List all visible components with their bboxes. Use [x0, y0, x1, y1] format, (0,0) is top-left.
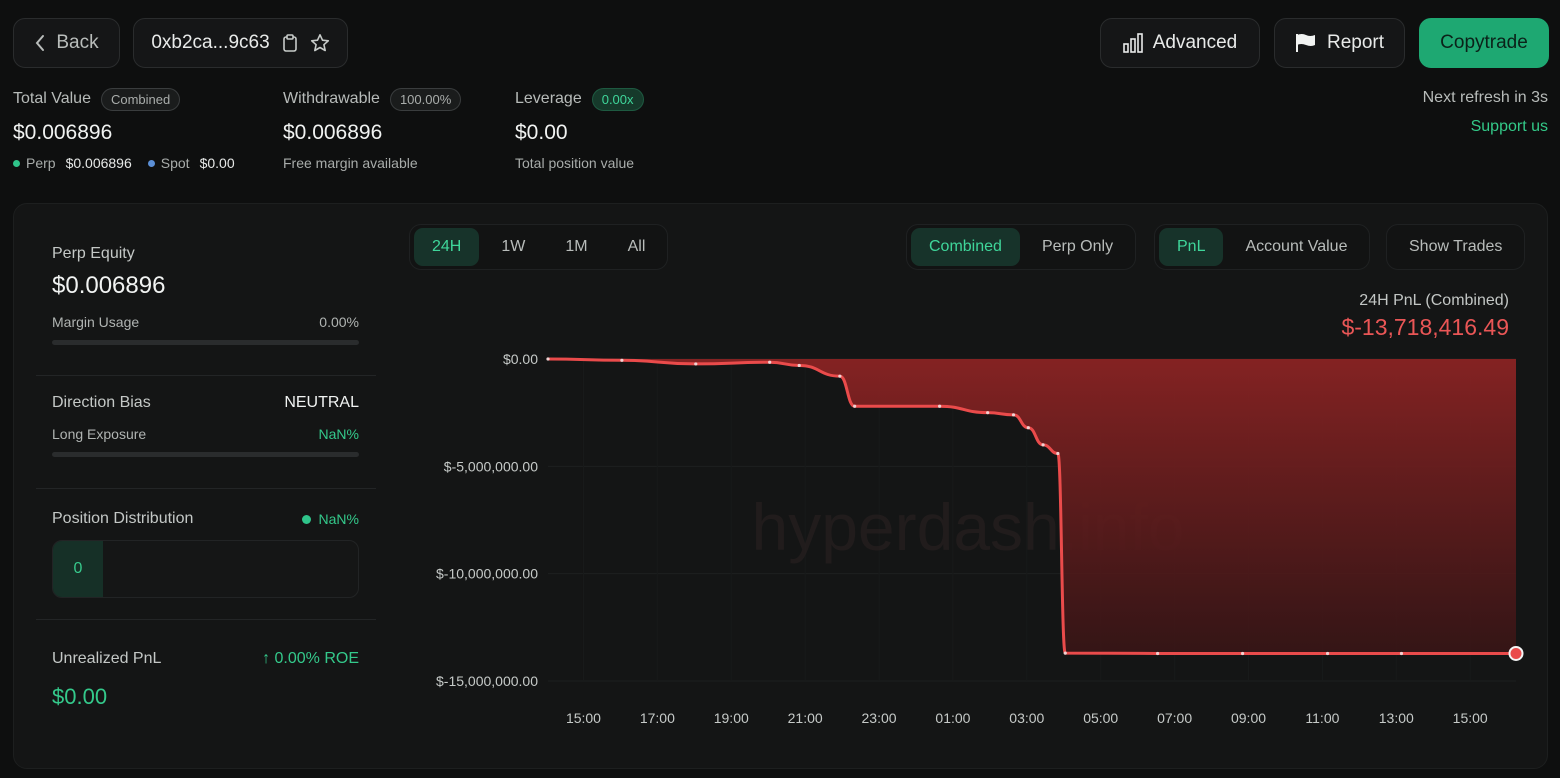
x-tick-label: 19:00 [714, 710, 749, 726]
pnl-endpoint [1508, 645, 1524, 661]
pnl-point [1056, 451, 1060, 456]
pnl-point [986, 411, 990, 415]
x-tick-label: 05:00 [1083, 710, 1118, 726]
y-axis: $0.00 $-5,000,000.00 $-10,000,000.00 $-15,0… [436, 351, 538, 689]
pnl-point [1063, 651, 1067, 655]
x-tick-label: 13:00 [1379, 710, 1414, 726]
pnl-point [1041, 443, 1045, 447]
pnl-point [620, 358, 624, 362]
pnl-point [1240, 651, 1245, 656]
pnl-point [838, 374, 842, 378]
x-tick-label: 21:00 [788, 710, 823, 726]
pnl-point [853, 404, 857, 408]
x-tick-label: 15:00 [1453, 710, 1488, 726]
chart-summary-value: $-13,718,416.49 [1341, 314, 1509, 340]
pnl-point [546, 357, 550, 361]
chart-summary-label: 24H PnL (Combined) [1359, 292, 1509, 309]
pnl-point [1399, 651, 1404, 656]
y-tick-label: $0.00 [503, 351, 538, 367]
x-tick-label: 03:00 [1009, 710, 1044, 726]
x-tick-label: 09:00 [1231, 710, 1266, 726]
y-tick-label: $-10,000,000.00 [436, 566, 538, 582]
pnl-point [797, 363, 801, 368]
x-tick-label: 07:00 [1157, 710, 1192, 726]
y-tick-label: $-15,000,000.00 [436, 673, 538, 689]
pnl-point [1156, 651, 1160, 656]
x-axis: 15:00 17:00 19:00 21:00 23:00 01:00 03:00 05:00… [566, 710, 1488, 726]
pnl-point [768, 360, 772, 364]
pnl-point [1325, 651, 1330, 656]
x-tick-label: 15:00 [566, 710, 601, 726]
x-tick-label: 01:00 [935, 710, 970, 726]
x-tick-label: 17:00 [640, 710, 675, 726]
pnl-chart: hyperdash.info $0.00$-5,000,000.00$-10,0… [436, 292, 1524, 726]
pnl-point [694, 362, 698, 366]
pnl-point [1026, 426, 1030, 430]
y-tick-label: $-5,000,000.00 [444, 458, 538, 474]
x-tick-label: 11:00 [1305, 710, 1339, 726]
pnl-point [938, 404, 942, 408]
x-tick-label: 23:00 [862, 710, 897, 726]
pnl-point [1011, 413, 1016, 417]
